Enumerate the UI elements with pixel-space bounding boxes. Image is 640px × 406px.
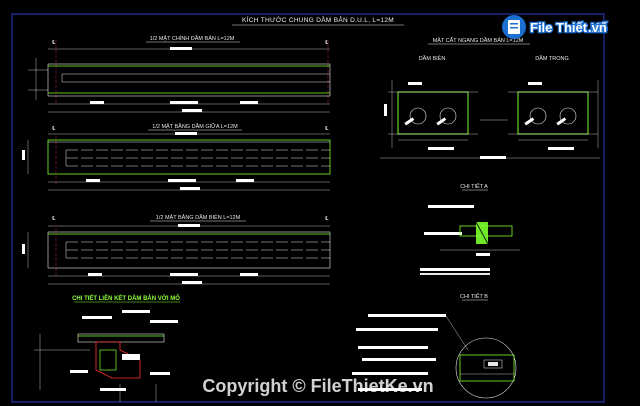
cross-sections: MẶT CẮT NGANG DẦM BẢN L=12M DẦM BIÊN DẦM… bbox=[380, 36, 600, 159]
view-3-plan-edge: 1/2 MẶT BẰNG DẦM BIÊN L=12M ℄ ℄ bbox=[22, 213, 331, 285]
svg-text:℄: ℄ bbox=[51, 40, 56, 46]
cad-drawing-viewport[interactable]: KÍCH THƯỚC CHUNG DẦM BẢN D.U.L, L=12M 1/… bbox=[0, 0, 640, 406]
view-1-elevation: 1/2 MẶT CHÍNH DẦM BẢN L=12M ℄ ℄ bbox=[28, 35, 331, 113]
view-3-title: 1/2 MẶT BẰNG DẦM BIÊN L=12M bbox=[156, 213, 241, 221]
detail-b-label: CHI TIẾT B bbox=[460, 293, 488, 300]
view-2-title: 1/2 MẶT BẰNG DẦM GIỮA L=12M bbox=[152, 122, 238, 130]
logo-suffix: .vn bbox=[588, 20, 607, 35]
watermark-logo: File Thiết Kế .vn bbox=[500, 10, 616, 48]
detail-a: CHI TIẾT A bbox=[420, 183, 520, 275]
detail-connection: CHI TIẾT LIÊN KẾT DẦM BẢN VỚI MỐ bbox=[34, 294, 180, 402]
logo-graphic: File Thiết Kế .vn bbox=[502, 15, 609, 39]
svg-text:℄: ℄ bbox=[51, 216, 56, 222]
section-right-label: DẦM TRONG bbox=[535, 55, 569, 62]
detail-b: CHI TIẾT B bbox=[352, 293, 517, 399]
svg-text:℄: ℄ bbox=[324, 216, 329, 222]
detail-connection-label: CHI TIẾT LIÊN KẾT DẦM BẢN VỚI MỐ bbox=[72, 294, 180, 302]
section-left-label: DẦM BIÊN bbox=[419, 54, 446, 62]
svg-text:℄: ℄ bbox=[324, 40, 329, 46]
main-title: KÍCH THƯỚC CHUNG DẦM BẢN D.U.L, L=12M bbox=[242, 14, 394, 24]
detail-a-label: CHI TIẾT A bbox=[460, 183, 488, 190]
view-2-plan-middle: 1/2 MẶT BẰNG DẦM GIỮA L=12M ℄ ℄ bbox=[22, 122, 331, 191]
svg-text:℄: ℄ bbox=[324, 126, 329, 132]
cad-drawing: KÍCH THƯỚC CHUNG DẦM BẢN D.U.L, L=12M 1/… bbox=[11, 13, 605, 403]
view-1-title: 1/2 MẶT CHÍNH DẦM BẢN L=12M bbox=[150, 35, 235, 42]
drawing-frame bbox=[11, 13, 605, 403]
svg-text:℄: ℄ bbox=[51, 126, 56, 132]
